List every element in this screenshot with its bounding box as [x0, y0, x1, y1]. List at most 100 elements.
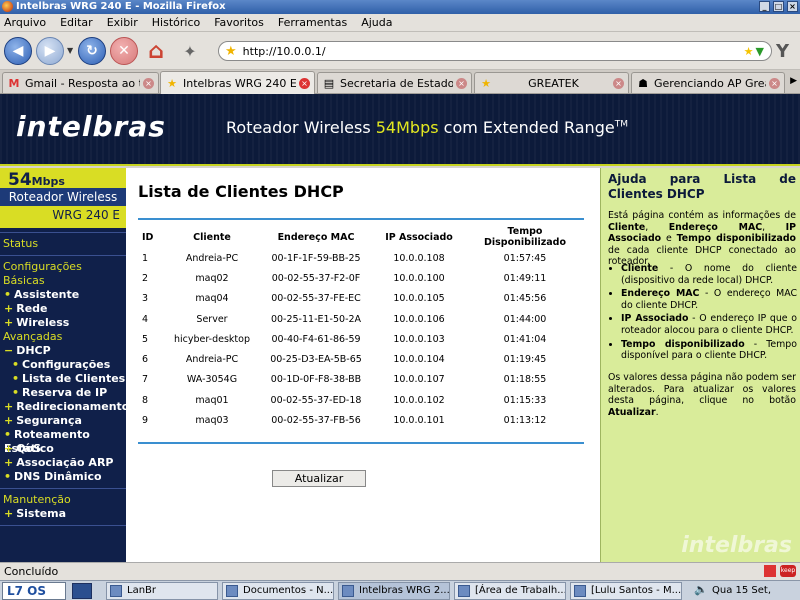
list-item: IP Associado - O endereço IP que o rotea…: [621, 313, 797, 336]
cell-mac: 00-02-55-37-F2-0F: [271, 272, 361, 284]
cell-id: 9: [142, 415, 149, 427]
tab-close-icon[interactable]: ×: [613, 77, 624, 89]
tab-close-icon[interactable]: ×: [143, 77, 154, 89]
help-term: Endereço MAC: [668, 221, 763, 233]
sidebar-item-qos[interactable]: + QoS: [0, 442, 126, 456]
divider-top: [138, 218, 584, 220]
trademark: TM: [614, 119, 628, 130]
sidebar-item-redirect[interactable]: + Redirecionamento: [0, 400, 129, 414]
tab-secretaria[interactable]: ▤ Secretaria de Estado d... ×: [317, 72, 472, 93]
help-text: ,: [645, 221, 669, 233]
sidebar-item-ddns[interactable]: • DNS Dinâmico: [0, 470, 126, 484]
star-icon: ★: [481, 76, 491, 90]
brand-tagline: Roteador Wireless 54Mbps com Extended Ra…: [226, 118, 628, 137]
help-term: Tempo disponibilizado: [676, 233, 796, 245]
sidebar-section-advanced[interactable]: Avançadas: [0, 330, 126, 344]
refresh-button[interactable]: Atualizar: [272, 470, 366, 487]
minimize-button[interactable]: _: [759, 1, 770, 12]
os-start-button[interactable]: L7 OS: [2, 582, 66, 600]
menu-favoritos[interactable]: Favoritos: [214, 16, 264, 29]
cell-client: maq03: [195, 415, 229, 427]
url-text[interactable]: http://10.0.0.1/: [243, 45, 744, 58]
show-desktop-icon[interactable]: [72, 583, 92, 599]
help-term: Atualizar: [608, 406, 656, 418]
cell-id: 6: [142, 354, 149, 366]
help-list: Cliente - O nome do cliente (dispositivo…: [621, 263, 797, 364]
addon-button[interactable]: ✦: [176, 37, 204, 65]
menu-editar[interactable]: Editar: [60, 16, 93, 29]
cell-time: 01:49:11: [503, 272, 547, 284]
search-engine-icon[interactable]: Y: [776, 41, 789, 62]
tab-close-icon[interactable]: ×: [299, 77, 310, 89]
gmail-icon: M: [8, 76, 20, 90]
maximize-button[interactable]: □: [773, 1, 784, 12]
sidebar-item-label: DHCP: [16, 344, 51, 357]
sidebar-section-basic-1[interactable]: Configurações: [0, 260, 126, 274]
menu-arquivo[interactable]: Arquivo: [4, 16, 46, 29]
help-text: Está página contém as informações de: [608, 210, 796, 221]
history-dropdown-icon[interactable]: ▼: [67, 46, 73, 55]
window-titlebar: Intelbras WRG 240 E - Mozilla Firefox _ …: [0, 0, 800, 14]
status-text: Concluído: [4, 565, 59, 578]
sidebar-item-dhcp-config[interactable]: • Configurações: [0, 358, 126, 372]
taskbar-item-music[interactable]: [Lulu Santos - M...: [570, 582, 682, 600]
taskbar-item-firefox[interactable]: Intelbras WRG 2...: [338, 582, 450, 600]
bookmark-star-icon[interactable]: ★: [744, 45, 754, 58]
col-mac: Endereço MAC: [277, 231, 355, 243]
reload-button[interactable]: ↻: [78, 37, 106, 65]
forward-button[interactable]: ▶: [36, 37, 64, 65]
tab-close-icon[interactable]: ×: [456, 77, 467, 89]
sidebar-section-maintenance[interactable]: Manutenção: [0, 493, 126, 507]
back-button[interactable]: ◀: [4, 37, 32, 65]
close-button[interactable]: ×: [787, 1, 798, 12]
menu-ajuda[interactable]: Ajuda: [361, 16, 392, 29]
tab-overflow-icon[interactable]: ▶: [790, 76, 797, 86]
sidebar-item-dhcp-reserve[interactable]: • Reserva de IP: [0, 386, 126, 400]
cell-mac: 00-25-11-E1-50-2A: [270, 313, 362, 325]
keep-icon[interactable]: keep: [780, 565, 796, 577]
menu-ferramentas[interactable]: Ferramentas: [278, 16, 347, 29]
sidebar-section-basic-2[interactable]: Básicas: [0, 274, 126, 288]
plus-icon: +: [4, 442, 14, 455]
volume-icon[interactable]: 🔈: [694, 583, 708, 596]
sidebar-item-system[interactable]: + Sistema: [0, 507, 126, 521]
stop-button[interactable]: ✕: [110, 37, 138, 65]
window-icon: [458, 585, 470, 597]
taskbar-item-label: Documentos - N...: [243, 585, 334, 596]
tab-intelbras[interactable]: ★ Intelbras WRG 240 E ×: [160, 71, 315, 94]
sidebar-item-assistente[interactable]: • Assistente: [0, 288, 126, 302]
table-row: 7 WA-3054G 00-1D-0F-F8-38-BB 10.0.0.107 …: [138, 370, 584, 390]
menu-historico[interactable]: Histórico: [152, 16, 200, 29]
sidebar-item-dhcp[interactable]: − DHCP: [0, 344, 126, 358]
menu-exibir[interactable]: Exibir: [107, 16, 138, 29]
sidebar-item-rede[interactable]: + Rede: [0, 302, 126, 316]
help-panel: Ajuda para Lista de Clientes DHCP Está p…: [600, 168, 800, 562]
taskbar-item-documentos[interactable]: Documentos - N...: [222, 582, 334, 600]
tab-greatek[interactable]: ★ GREATEK ×: [474, 72, 629, 93]
url-bar[interactable]: ★ http://10.0.0.1/ ★ ▼: [218, 41, 772, 61]
clock[interactable]: Qua 15 Set, 16:47: [712, 582, 800, 600]
firefox-icon: [2, 1, 13, 12]
go-arrow-icon[interactable]: ▼: [756, 45, 764, 58]
sidebar-item-status[interactable]: Status: [0, 237, 126, 251]
taskbar-item-desktop[interactable]: [Área de Trabalh...: [454, 582, 566, 600]
navigation-toolbar: ◀ ▶ ▼ ↻ ✕ ⌂ ✦ ★ http://10.0.0.1/ ★ ▼ Y: [0, 32, 800, 70]
tab-close-icon[interactable]: ×: [769, 77, 780, 89]
sidebar-item-security[interactable]: + Segurança: [0, 414, 126, 428]
folder-icon: [226, 585, 238, 597]
addon-status-icon[interactable]: [764, 565, 776, 577]
sidebar-item-dhcp-clients[interactable]: • Lista de Clientes: [0, 372, 126, 386]
cell-ip: 10.0.0.100: [393, 272, 445, 284]
home-button[interactable]: ⌂: [142, 37, 170, 65]
tab-gmail[interactable]: M Gmail - Resposta ao t... ×: [2, 72, 159, 93]
sidebar-item-static-route[interactable]: • Roteamento Estático: [0, 428, 126, 455]
divider: [0, 255, 126, 256]
taskbar-item-lanbr[interactable]: LanBr: [106, 582, 218, 600]
sidebar-item-wireless[interactable]: + Wireless: [0, 316, 126, 330]
tab-gerenciando-ap[interactable]: ☗ Gerenciando AP Great... ×: [631, 72, 785, 93]
bullet-icon: •: [12, 358, 20, 371]
bullet-icon: •: [4, 470, 12, 483]
sidebar-item-arp[interactable]: + Associação ARP: [0, 456, 126, 470]
tab-bar: M Gmail - Resposta ao t... × ★ Intelbras…: [0, 70, 800, 94]
divider-bottom: [138, 442, 584, 444]
